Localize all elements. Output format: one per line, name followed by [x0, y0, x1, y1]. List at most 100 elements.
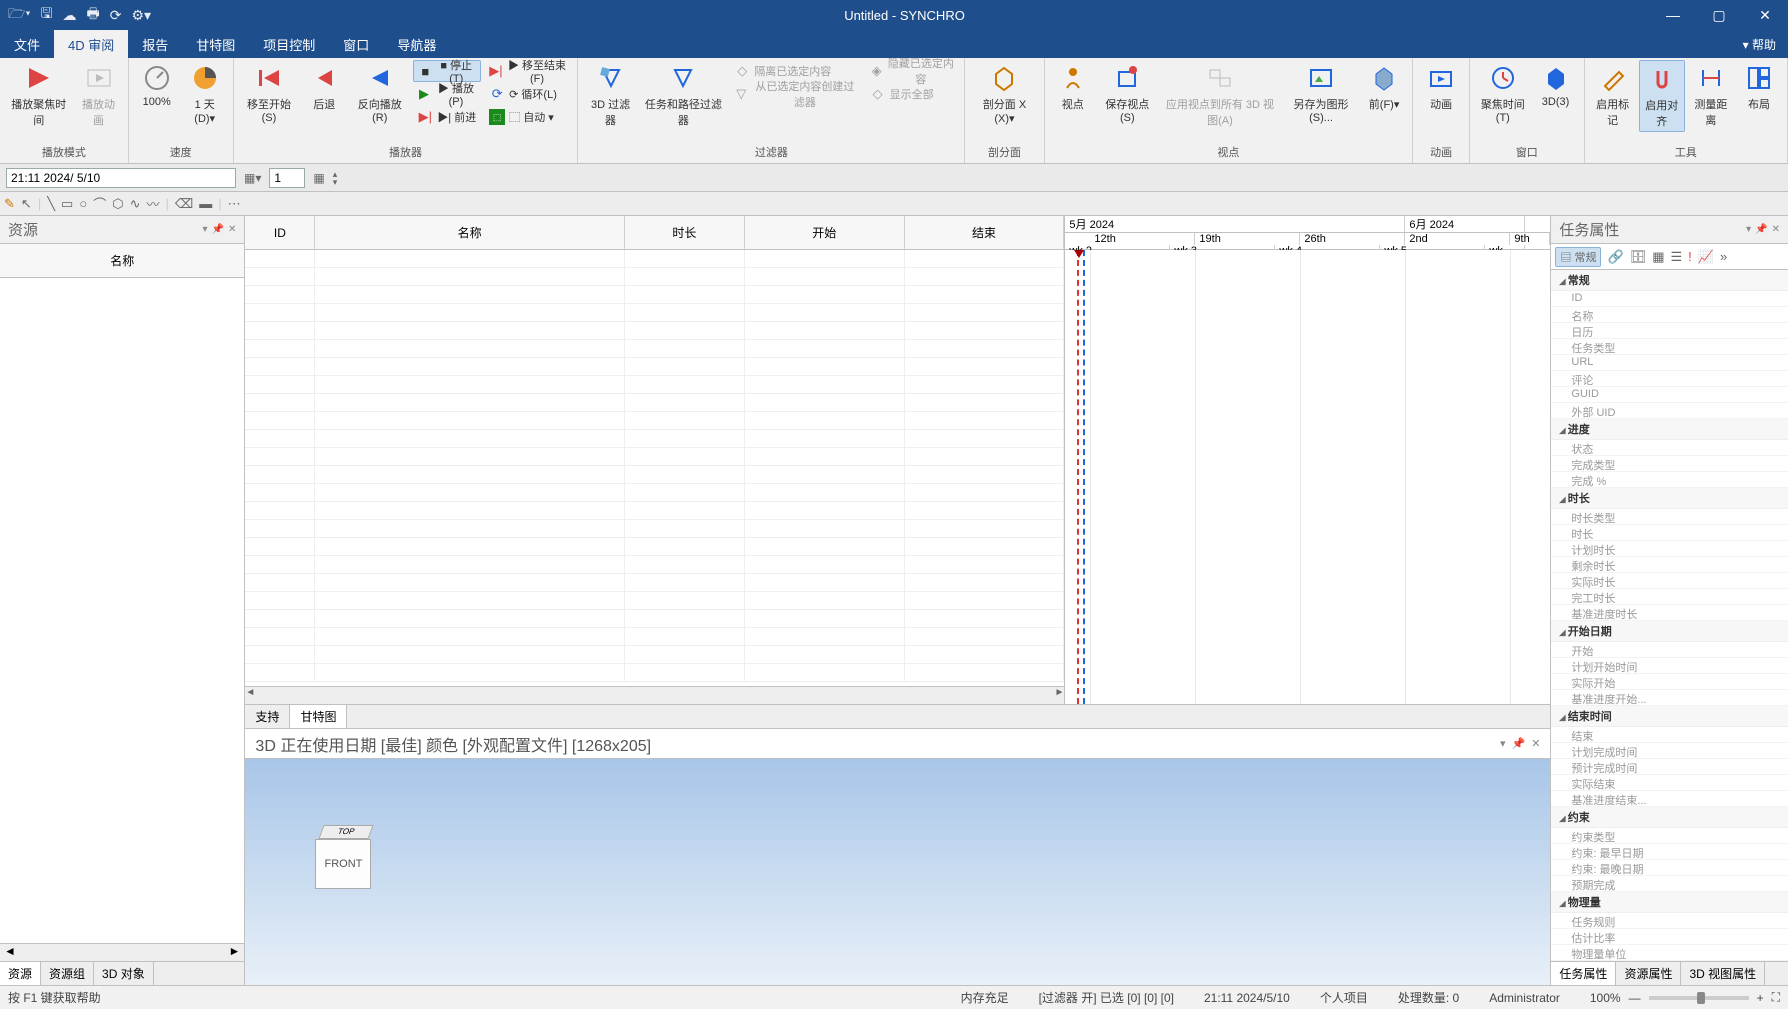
curve-tool-icon[interactable]: ∿: [130, 196, 141, 212]
paint-icon[interactable]: ▬: [199, 196, 212, 211]
prop-item[interactable]: 实际结束: [1551, 775, 1788, 791]
props-tab-warn-icon[interactable]: !: [1688, 249, 1692, 264]
play-button[interactable]: ▶▶ 播放(P): [413, 83, 481, 105]
to-end-button[interactable]: ▶|▶ 移至结束(F): [485, 60, 571, 82]
open-icon[interactable]: 🗁▾: [8, 3, 31, 27]
table-row[interactable]: [245, 502, 1064, 520]
spline-tool-icon[interactable]: 〰: [146, 194, 159, 213]
prop-item[interactable]: 任务规则: [1551, 913, 1788, 929]
table-row[interactable]: [245, 286, 1064, 304]
props-tab-grid-icon[interactable]: ▦: [1652, 249, 1664, 265]
col-end[interactable]: 结束: [905, 216, 1065, 249]
apply-viewpoint-button[interactable]: 应用视点到所有 3D 视图(A): [1160, 60, 1280, 130]
datetime-input[interactable]: [6, 168, 236, 188]
tab-file[interactable]: 文件: [0, 30, 54, 58]
speed-day-button[interactable]: 1 天(D)▾: [183, 60, 227, 127]
props-tab-more-icon[interactable]: »: [1720, 249, 1727, 264]
tab-3dview-props[interactable]: 3D 视图属性: [1681, 962, 1765, 985]
minimize-button[interactable]: —: [1650, 0, 1696, 30]
3d-button[interactable]: 3D(3): [1534, 60, 1578, 110]
prop-item[interactable]: 结束: [1551, 727, 1788, 743]
table-row[interactable]: [245, 448, 1064, 466]
tab-window[interactable]: 窗口: [329, 30, 383, 58]
save-as-image-button[interactable]: 另存为图形(S)...: [1284, 60, 1358, 126]
viewcube-top[interactable]: TOP: [319, 825, 374, 839]
table-row[interactable]: [245, 358, 1064, 376]
task-table-hscroll[interactable]: ◄►: [245, 686, 1064, 704]
play-animation-button[interactable]: 播放动画: [75, 60, 121, 130]
tab-3d-object[interactable]: 3D 对象: [94, 962, 154, 985]
print-icon[interactable]: 🖶: [86, 3, 99, 27]
save-icon[interactable]: 🖫: [41, 3, 53, 27]
prop-item[interactable]: 预期完成: [1551, 876, 1788, 892]
table-row[interactable]: [245, 538, 1064, 556]
prop-item[interactable]: 实际时长: [1551, 573, 1788, 589]
rect-tool-icon[interactable]: ▭: [61, 196, 73, 212]
col-duration[interactable]: 时长: [625, 216, 745, 249]
maximize-button[interactable]: ▢: [1696, 0, 1742, 30]
measure-button[interactable]: 测量距离: [1689, 60, 1733, 130]
tab-resource-group[interactable]: 资源组: [41, 962, 94, 985]
panel-dropdown-icon[interactable]: ▾: [203, 224, 208, 235]
table-row[interactable]: [245, 322, 1064, 340]
prop-item[interactable]: 预计完成时间: [1551, 759, 1788, 775]
3d-filter-button[interactable]: 3D 过滤器: [584, 60, 636, 130]
auto-button[interactable]: ⬚⬚ 自动 ▾: [485, 106, 571, 128]
table-row[interactable]: [245, 664, 1064, 682]
prop-item[interactable]: 计划时长: [1551, 541, 1788, 557]
prop-item[interactable]: 状态: [1551, 440, 1788, 456]
table-row[interactable]: [245, 592, 1064, 610]
num-input[interactable]: [269, 168, 305, 188]
prop-group[interactable]: 约束: [1551, 807, 1788, 828]
zoom-minus-icon[interactable]: —: [1629, 991, 1641, 1005]
table-row[interactable]: [245, 610, 1064, 628]
resources-hscroll[interactable]: ◄►: [0, 943, 244, 961]
props-tab-db-icon[interactable]: 🗄: [1630, 249, 1647, 265]
prop-item[interactable]: 基准进度开始...: [1551, 690, 1788, 706]
prop-item[interactable]: 时长: [1551, 525, 1788, 541]
zoom-control[interactable]: 100% — + ⛶: [1590, 990, 1780, 1005]
prop-item[interactable]: GUID: [1551, 387, 1788, 403]
props-tab-list-icon[interactable]: ☰: [1670, 249, 1682, 265]
table-row[interactable]: [245, 430, 1064, 448]
table-row[interactable]: [245, 556, 1064, 574]
tab-project-control[interactable]: 项目控制: [249, 30, 329, 58]
props-close-icon[interactable]: ✕: [1772, 224, 1780, 235]
prop-item[interactable]: 计划完成时间: [1551, 743, 1788, 759]
prop-item[interactable]: 约束: 最晚日期: [1551, 860, 1788, 876]
3d-dropdown-icon[interactable]: ▾: [1500, 737, 1506, 750]
resources-list[interactable]: [0, 278, 244, 943]
now-marker-icon[interactable]: [1074, 250, 1084, 258]
task-path-filter-button[interactable]: 任务和路径过滤器: [641, 60, 727, 130]
create-filter-button[interactable]: ▽从已选定内容创建过滤器: [730, 83, 861, 105]
panel-pin-icon[interactable]: 📌: [212, 224, 224, 235]
prop-item[interactable]: 完成 %: [1551, 472, 1788, 488]
refresh-icon[interactable]: ⟳: [110, 7, 122, 24]
loop-button[interactable]: ⟳⟳ 循环(L): [485, 83, 571, 105]
props-list[interactable]: 常规ID名称日历任务类型URL评论GUID外部 UID进度状态完成类型完成 %时…: [1551, 270, 1788, 961]
props-pin-icon[interactable]: 📌: [1755, 224, 1767, 235]
3d-close-icon[interactable]: ✕: [1531, 737, 1540, 750]
col-name[interactable]: 名称: [315, 216, 625, 249]
show-all-button[interactable]: ◇显示全部: [866, 83, 959, 105]
erase-icon[interactable]: ⌫: [175, 196, 193, 212]
props-tab-general[interactable]: ▤ 常规: [1555, 247, 1601, 267]
more-icon[interactable]: ⋯: [228, 196, 241, 212]
prop-item[interactable]: 完工时长: [1551, 589, 1788, 605]
prop-item[interactable]: ID: [1551, 291, 1788, 307]
prop-item[interactable]: 外部 UID: [1551, 403, 1788, 419]
table-row[interactable]: [245, 376, 1064, 394]
tab-gantt-chart[interactable]: 甘特图: [290, 705, 347, 728]
table-row[interactable]: [245, 250, 1064, 268]
tab-gantt[interactable]: 甘特图: [182, 30, 249, 58]
prop-item[interactable]: 评论: [1551, 371, 1788, 387]
col-start[interactable]: 开始: [745, 216, 905, 249]
reverse-play-button[interactable]: 反向播放(R): [350, 60, 409, 126]
table-row[interactable]: [245, 574, 1064, 592]
prop-item[interactable]: 计划开始时间: [1551, 658, 1788, 674]
speed-100-button[interactable]: 100%: [135, 60, 179, 110]
prop-item[interactable]: 日历: [1551, 323, 1788, 339]
table-row[interactable]: [245, 466, 1064, 484]
front-view-button[interactable]: 前(F)▾: [1362, 60, 1406, 114]
prop-group[interactable]: 时长: [1551, 488, 1788, 509]
